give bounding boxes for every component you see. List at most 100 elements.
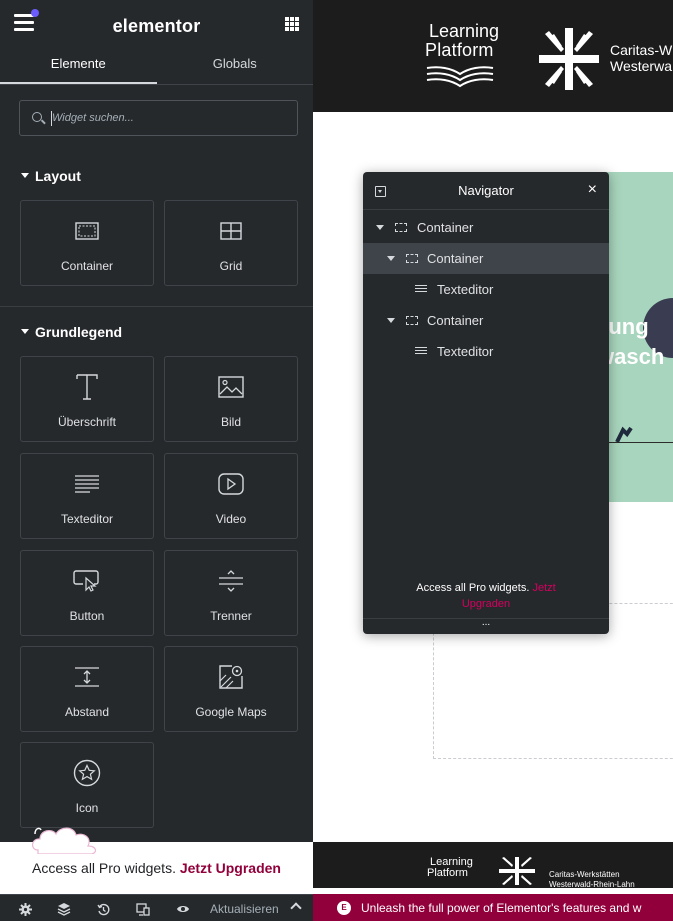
learning-platform-logo[interactable]: Learning Platform	[425, 22, 499, 60]
nav-item-container[interactable]: Container	[363, 212, 609, 243]
responsive-icon[interactable]	[136, 902, 150, 916]
caritas-flame-cross-logo[interactable]	[539, 26, 599, 92]
navigator-upgrade-link[interactable]: Jetzt	[532, 582, 555, 594]
footer-caritas-logo	[499, 857, 535, 885]
container-icon	[21, 217, 153, 245]
chevron-up-icon[interactable]	[290, 902, 302, 914]
search-input[interactable]: Widget suchen...	[19, 100, 298, 136]
widget-label: Grid	[219, 259, 243, 273]
upgrade-link[interactable]: Jetzt Upgraden	[180, 860, 281, 876]
navigator-header[interactable]: Navigator ×	[363, 172, 609, 210]
apps-grid-icon[interactable]	[285, 17, 299, 31]
hero-heading[interactable]: tung wasch	[597, 312, 664, 372]
nav-item-container[interactable]: Container	[363, 305, 609, 336]
widget-heading[interactable]: Überschrift	[20, 356, 154, 442]
widget-icon[interactable]: Icon	[20, 742, 154, 828]
section-toggle-layout[interactable]: Layout	[21, 168, 81, 184]
search-placeholder: Widget suchen...	[52, 112, 134, 124]
caret-down-icon[interactable]	[387, 256, 395, 261]
widget-spacer[interactable]: Abstand	[20, 646, 154, 732]
section-title-layout: Layout	[35, 168, 81, 184]
search-icon	[32, 112, 42, 122]
grid-icon	[165, 217, 297, 245]
container-icon	[406, 316, 418, 325]
text-editor-icon	[415, 285, 427, 294]
site-footer: Learning Platform Caritas-Werkstätten We…	[313, 842, 673, 890]
widget-image[interactable]: Bild	[164, 356, 298, 442]
button-cursor-icon	[21, 567, 153, 595]
star-circle-icon	[21, 759, 153, 787]
caritas-line-1: Caritas-W	[610, 42, 673, 58]
widget-panel: elementor Elemente Globals Widget suchen…	[0, 0, 313, 921]
caret-down-icon	[21, 172, 29, 178]
caret-down-icon[interactable]	[376, 225, 384, 230]
text-editor-icon	[21, 470, 153, 498]
widget-label: Button	[69, 609, 105, 623]
navigator-pro-text: Access all Pro widgets.	[416, 582, 533, 594]
nav-item-text-editor[interactable]: Texteditor	[363, 336, 609, 367]
hero-line-1: tung	[601, 314, 649, 339]
nav-item-label: Container	[427, 313, 484, 328]
editor-screen: elementor Elemente Globals Widget suchen…	[0, 0, 673, 921]
widget-label: Texteditor	[60, 512, 114, 526]
footer-caritas-name: Caritas-Werkstätten Westerwald-Rhein-Lah…	[549, 870, 635, 890]
brand-logo: elementor	[112, 16, 201, 36]
caret-down-icon[interactable]	[387, 318, 395, 323]
caret-down-icon	[21, 328, 29, 334]
layers-icon[interactable]	[57, 902, 71, 916]
panel-header: elementor	[0, 0, 313, 46]
widget-text-editor[interactable]: Texteditor	[20, 453, 154, 539]
tabs-divider	[0, 84, 313, 85]
widget-label: Icon	[75, 801, 99, 815]
divider-icon	[165, 567, 297, 595]
container-icon	[395, 223, 407, 232]
update-button[interactable]: Aktualisieren	[210, 902, 279, 916]
heading-icon	[21, 373, 153, 401]
site-header: Learning Platform Caritas-W Westerwa	[313, 0, 673, 112]
preview-eye-icon[interactable]	[176, 902, 190, 916]
widget-divider[interactable]: Trenner	[164, 550, 298, 636]
footer-logo-line-2: Platform	[427, 867, 468, 879]
widget-label: Abstand	[64, 705, 110, 719]
navigator-upgrade-link-cont[interactable]: Upgraden	[363, 596, 609, 612]
tab-elements[interactable]: Elemente	[0, 46, 157, 84]
spacer-icon	[21, 663, 153, 691]
widget-container[interactable]: Container	[20, 200, 154, 286]
navigator-window[interactable]: Navigator × Container Container Textedit…	[363, 172, 609, 634]
close-icon[interactable]: ×	[588, 181, 597, 199]
settings-gear-icon[interactable]	[18, 902, 32, 916]
nav-item-container[interactable]: Container	[363, 243, 609, 274]
nav-item-label: Container	[427, 251, 484, 266]
panel-tabs: Elemente Globals	[0, 46, 313, 84]
footer-logo[interactable]: Learning Platform	[427, 857, 473, 879]
play-icon	[165, 470, 297, 498]
tab-globals[interactable]: Globals	[157, 46, 314, 84]
logo-line-2: Platform	[425, 40, 494, 60]
section-toggle-basic[interactable]: Grundlegend	[21, 324, 122, 340]
caritas-line-2: Westerwa	[610, 58, 672, 74]
nav-item-label: Texteditor	[437, 344, 494, 359]
widget-label: Container	[60, 259, 114, 273]
hero-ground-line	[603, 442, 673, 443]
widget-grid[interactable]: Grid	[164, 200, 298, 286]
open-book-icon	[426, 66, 494, 88]
promo-bar[interactable]: E Unleash the full power of Elementor's …	[313, 894, 673, 921]
promo-text: Unleash the full power of Elementor's fe…	[361, 901, 642, 915]
elementor-e-icon: E	[337, 901, 351, 915]
logo-line-1: Learning	[429, 21, 500, 41]
widget-google-maps[interactable]: Google Maps	[164, 646, 298, 732]
widget-label: Überschrift	[57, 415, 116, 429]
container-icon	[406, 254, 418, 263]
pro-cloud-illustration	[32, 827, 97, 854]
history-icon[interactable]	[96, 902, 110, 916]
nav-item-label: Texteditor	[437, 282, 494, 297]
widget-label: Video	[215, 512, 247, 526]
navigator-resize-handle[interactable]: ...	[363, 618, 609, 634]
widget-label: Trenner	[210, 609, 252, 623]
widget-button[interactable]: Button	[20, 550, 154, 636]
section-divider	[0, 306, 313, 307]
widget-label: Google Maps	[195, 705, 267, 719]
widget-video[interactable]: Video	[164, 453, 298, 539]
section-title-basic: Grundlegend	[35, 324, 123, 340]
nav-item-text-editor[interactable]: Texteditor	[363, 274, 609, 305]
